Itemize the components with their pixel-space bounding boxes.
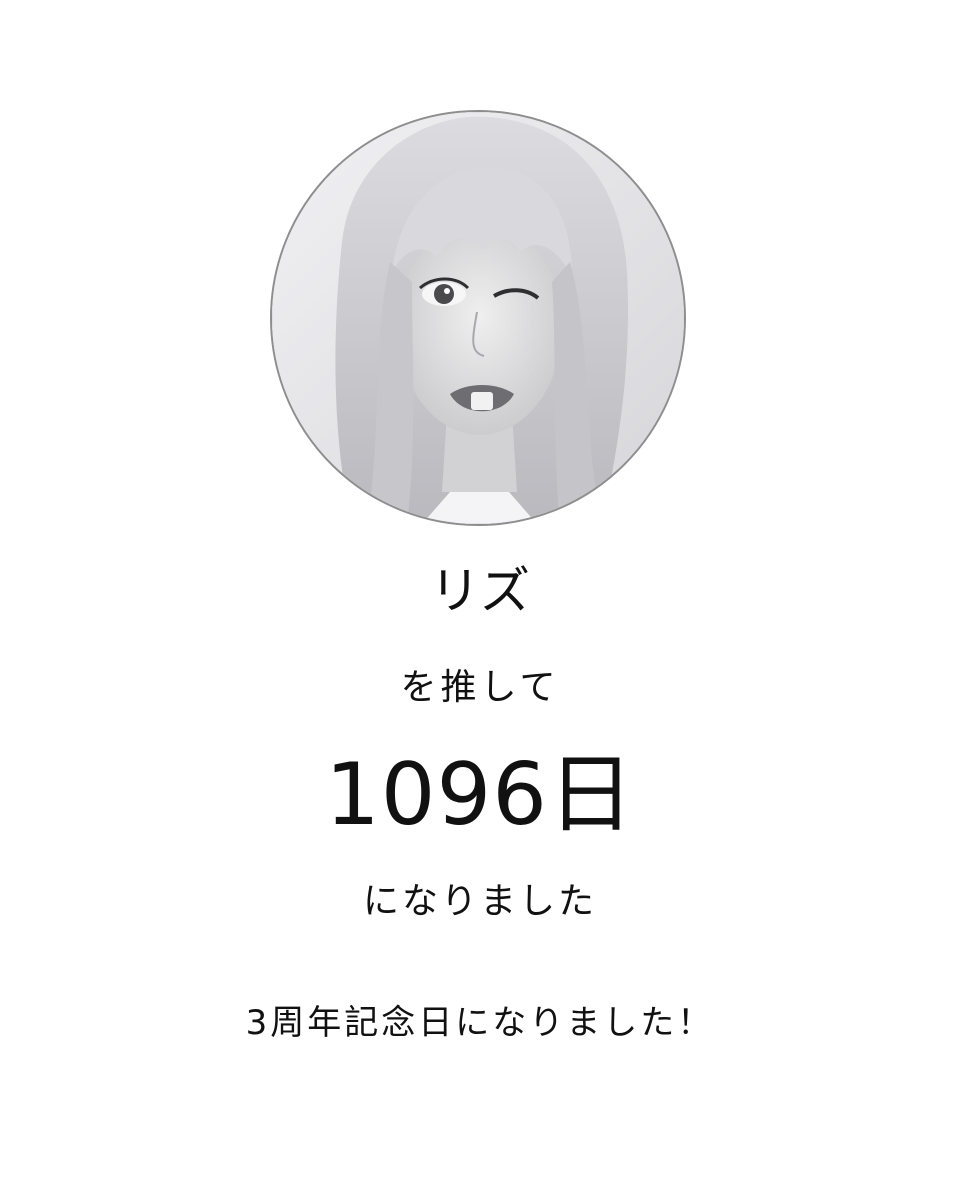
counter-suffix: になりました <box>362 881 597 922</box>
avatar <box>270 110 686 526</box>
profile-name: リズ <box>430 562 530 620</box>
day-count: 1096日 <box>325 745 635 845</box>
counter-prefix: を推して <box>400 667 560 708</box>
anniversary-screen: リズ を推して 1096日 になりました 3周年記念日になりました！ <box>0 0 960 1200</box>
anniversary-message: 3周年記念日になりました！ <box>245 1003 715 1043</box>
avatar-photo-icon <box>272 112 684 524</box>
